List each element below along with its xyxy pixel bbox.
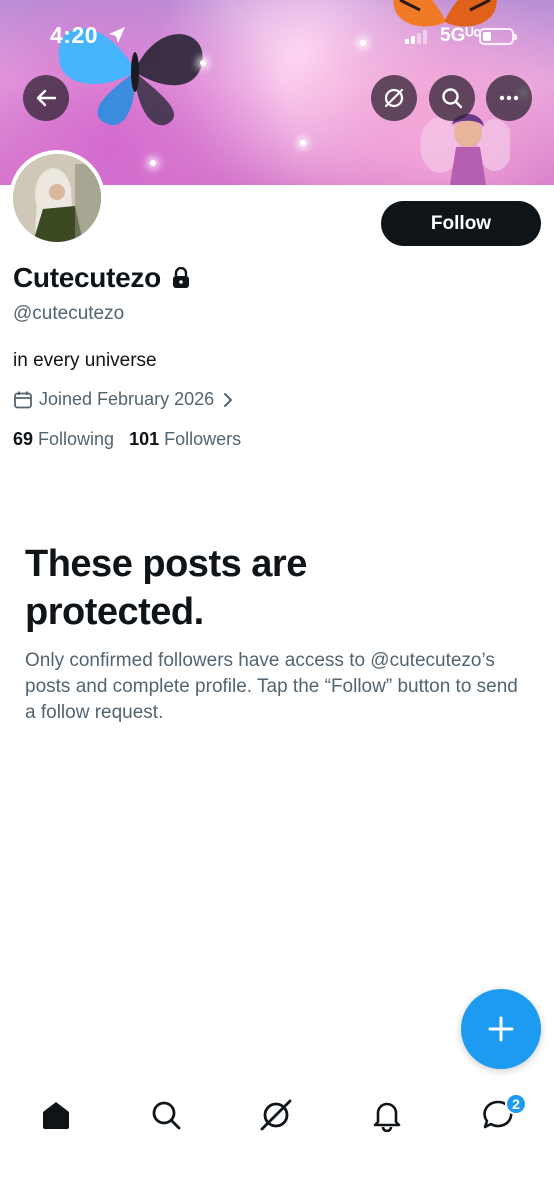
back-arrow-icon bbox=[36, 89, 57, 107]
notifications-icon bbox=[373, 1102, 401, 1132]
battery-icon bbox=[479, 28, 517, 45]
nav-grok[interactable] bbox=[256, 1095, 296, 1135]
nav-home[interactable] bbox=[36, 1095, 76, 1135]
sparkle-decoration bbox=[300, 140, 306, 146]
more-icon bbox=[499, 95, 519, 101]
followers-count: 101 bbox=[129, 429, 160, 449]
home-icon bbox=[43, 1102, 69, 1129]
more-button[interactable] bbox=[486, 75, 532, 121]
following-count: 69 bbox=[13, 429, 34, 449]
lock-icon bbox=[171, 267, 191, 289]
back-button[interactable] bbox=[23, 75, 69, 121]
signal-icon bbox=[405, 30, 429, 49]
protected-body: Only confirmed followers have access to … bbox=[25, 650, 518, 723]
grok-icon bbox=[384, 88, 404, 108]
display-name: Cutecutezo bbox=[13, 262, 161, 293]
chevron-right-icon bbox=[222, 392, 234, 408]
location-arrow-icon bbox=[108, 26, 126, 49]
search-button[interactable] bbox=[429, 75, 475, 121]
messages-badge: 2 bbox=[505, 1093, 527, 1115]
followers-label: Followers bbox=[164, 429, 242, 449]
network-type: 5Gᵁᶜ bbox=[440, 25, 481, 46]
profile-bio: in every universe bbox=[13, 350, 157, 371]
search-icon bbox=[152, 1101, 181, 1130]
joined-date[interactable]: Joined February 2026 bbox=[13, 389, 234, 410]
follow-stats: 69 Following 101 Followers bbox=[13, 429, 256, 450]
username-handle: @cutecutezo bbox=[13, 303, 125, 324]
following-label: Following bbox=[38, 429, 115, 449]
nav-notifications[interactable] bbox=[367, 1095, 407, 1135]
bottom-nav bbox=[0, 1085, 554, 1145]
grok-icon bbox=[260, 1099, 292, 1131]
display-name-row: Cutecutezo bbox=[13, 262, 191, 294]
status-bar: 4:20 5Gᵁᶜ bbox=[0, 0, 554, 64]
compose-button[interactable] bbox=[461, 989, 541, 1069]
sparkle-decoration bbox=[150, 160, 156, 166]
protected-title: These posts are protected. bbox=[25, 543, 307, 633]
search-icon bbox=[442, 88, 463, 109]
follow-button[interactable]: Follow bbox=[381, 201, 541, 246]
joined-text: Joined February 2026 bbox=[39, 389, 215, 409]
plus-icon bbox=[488, 1016, 514, 1042]
nav-search[interactable] bbox=[146, 1095, 186, 1135]
avatar-image bbox=[13, 154, 101, 242]
calendar-icon bbox=[13, 390, 33, 410]
following-link[interactable]: 69 Following bbox=[13, 429, 114, 450]
grok-button[interactable] bbox=[371, 75, 417, 121]
status-time: 4:20 bbox=[50, 22, 99, 48]
followers-link[interactable]: 101 Followers bbox=[129, 429, 241, 450]
avatar[interactable] bbox=[9, 150, 105, 246]
